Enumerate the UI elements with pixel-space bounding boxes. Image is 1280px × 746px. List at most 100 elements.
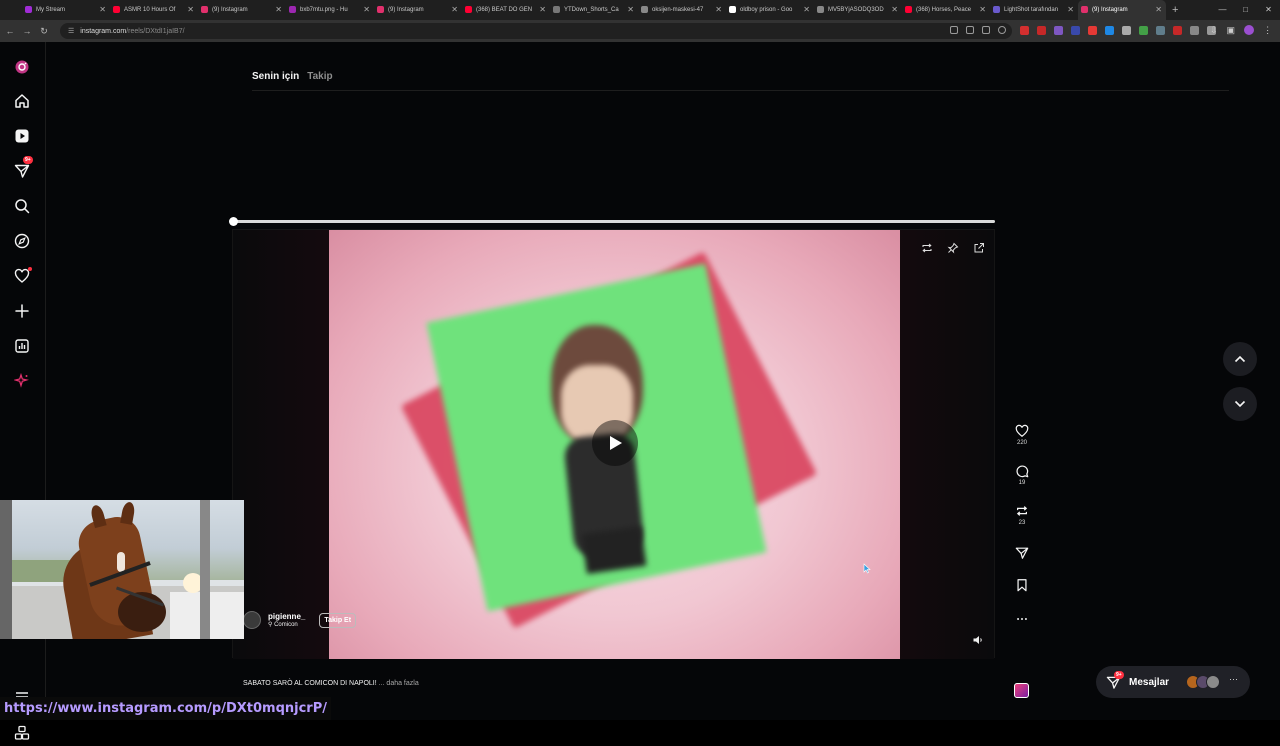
- author-avatar[interactable]: [243, 611, 261, 629]
- open-external-icon[interactable]: [971, 240, 987, 256]
- extension-icon[interactable]: [1020, 26, 1029, 35]
- author-location[interactable]: ⚲ Comicon: [268, 621, 305, 628]
- extension-icon[interactable]: [1156, 26, 1165, 35]
- browser-tab[interactable]: bxb7mtu.png - Hu ✕: [286, 0, 374, 20]
- tab-for-you[interactable]: Senin için: [252, 71, 299, 82]
- instagram-logo-icon[interactable]: [13, 58, 31, 76]
- messages-bar[interactable]: 9+ Mesajlar ···: [1096, 666, 1250, 698]
- repost-icon[interactable]: [1015, 504, 1029, 518]
- tab-close-icon[interactable]: ✕: [99, 5, 106, 14]
- extension-icon[interactable]: [1071, 26, 1080, 35]
- explore-compass-icon[interactable]: [13, 232, 31, 250]
- browser-tab[interactable]: YTDown_Shorts_Ca ✕: [550, 0, 638, 20]
- caption-more-link[interactable]: ... daha fazla: [379, 680, 419, 687]
- extension-icon[interactable]: [1105, 26, 1114, 35]
- video-progress-bar[interactable]: [229, 217, 995, 226]
- tab-close-icon[interactable]: ✕: [275, 5, 282, 14]
- extension-icon[interactable]: [1037, 26, 1046, 35]
- tab-close-icon[interactable]: ✕: [1155, 5, 1162, 14]
- share-action[interactable]: [1012, 546, 1032, 560]
- messages-more[interactable]: ···: [1229, 674, 1238, 684]
- more-apps-icon[interactable]: [14, 725, 30, 741]
- browser-menu-icon[interactable]: ⋮: [1263, 25, 1272, 36]
- previous-reel-button[interactable]: [1223, 342, 1257, 376]
- follow-button[interactable]: Takip Et: [319, 612, 357, 628]
- minimize-button[interactable]: —: [1211, 0, 1234, 20]
- progress-handle[interactable]: [229, 217, 238, 226]
- notifications-heart-icon[interactable]: [13, 267, 32, 285]
- tab-close-icon[interactable]: ✕: [715, 5, 722, 14]
- extension-icon[interactable]: [1054, 26, 1063, 35]
- comment-icon[interactable]: [1015, 464, 1029, 478]
- tab-close-icon[interactable]: ✕: [451, 5, 458, 14]
- share-icon[interactable]: [1015, 546, 1029, 560]
- tab-close-icon[interactable]: ✕: [1067, 5, 1074, 14]
- volume-icon[interactable]: [972, 634, 984, 646]
- address-bar[interactable]: ☰ instagram.com/reels/DXtdI1jaIB7/: [60, 23, 1012, 39]
- like-heart-icon[interactable]: [1015, 424, 1029, 438]
- play-button[interactable]: [592, 420, 638, 466]
- tab-close-icon[interactable]: ✕: [539, 5, 546, 14]
- next-reel-button[interactable]: [1223, 387, 1257, 421]
- more-action[interactable]: [1012, 612, 1032, 626]
- browser-tab[interactable]: (9) Instagram ✕: [374, 0, 462, 20]
- more-options-icon[interactable]: [1015, 612, 1029, 626]
- create-plus-icon[interactable]: [13, 302, 31, 320]
- dashboard-icon[interactable]: [13, 337, 31, 355]
- close-window-button[interactable]: ✕: [1257, 0, 1280, 20]
- author-username[interactable]: pigienne_: [268, 612, 305, 621]
- repost-action[interactable]: 23: [1012, 504, 1032, 526]
- site-info-icon[interactable]: ☰: [68, 27, 74, 35]
- messages-avatars: [1186, 675, 1220, 689]
- browser-tab[interactable]: (368) BEAT DO GEN ✕: [462, 0, 550, 20]
- browser-tab[interactable]: (368) Horses, Peace ✕: [902, 0, 990, 20]
- save-action[interactable]: [1012, 578, 1032, 592]
- tab-close-icon[interactable]: ✕: [803, 5, 810, 14]
- tab-close-icon[interactable]: ✕: [979, 5, 986, 14]
- tab-close-icon[interactable]: ✕: [187, 5, 194, 14]
- browser-tab[interactable]: (9) Instagram ✕: [1078, 0, 1166, 20]
- reload-button[interactable]: ↻: [37, 26, 51, 37]
- browser-tab[interactable]: oksijen-maskesi-47 ✕: [638, 0, 726, 20]
- extension-icon[interactable]: [1190, 26, 1199, 35]
- pin-icon[interactable]: [945, 240, 961, 256]
- browser-tab[interactable]: LightShot tarafından ✕: [990, 0, 1078, 20]
- forward-button[interactable]: →: [20, 26, 34, 36]
- extension-icon[interactable]: [1088, 26, 1097, 35]
- reel-video[interactable]: [329, 230, 900, 659]
- download-icon[interactable]: ⇩: [1210, 25, 1218, 36]
- reels-icon[interactable]: [13, 127, 31, 145]
- tab-close-icon[interactable]: ✕: [891, 5, 898, 14]
- home-icon[interactable]: [13, 92, 31, 110]
- browser-tab[interactable]: ASMR 10 Hours Of ✕: [110, 0, 198, 20]
- bookmark-icon[interactable]: [1015, 578, 1029, 592]
- tab-close-icon[interactable]: ✕: [627, 5, 634, 14]
- translate-icon[interactable]: [950, 26, 958, 34]
- search-icon[interactable]: [13, 197, 31, 215]
- profile-avatar[interactable]: [1244, 25, 1255, 35]
- bookmark-star-icon[interactable]: [998, 26, 1006, 34]
- extension-icon[interactable]: [1139, 26, 1148, 35]
- loop-icon[interactable]: [919, 240, 935, 256]
- messages-icon[interactable]: 9+: [13, 156, 33, 180]
- new-tab-button[interactable]: +: [1172, 4, 1178, 16]
- meta-ai-sparkle-icon[interactable]: [13, 372, 31, 390]
- comment-action[interactable]: 19: [1012, 464, 1032, 486]
- browser-tab[interactable]: oldboy prison - Goo ✕: [726, 0, 814, 20]
- tab-favicon-icon: [905, 6, 912, 13]
- tab-close-icon[interactable]: ✕: [363, 5, 370, 14]
- tab-following[interactable]: Takip: [307, 71, 332, 82]
- browser-tab[interactable]: MV5BYjASODQ3OD ✕: [814, 0, 902, 20]
- cast-icon[interactable]: [966, 26, 974, 34]
- zoom-icon[interactable]: [982, 26, 990, 34]
- extension-icon[interactable]: [1122, 26, 1131, 35]
- like-action[interactable]: 220: [1012, 424, 1032, 446]
- browser-tab[interactable]: My Stream ✕: [22, 0, 110, 20]
- back-button[interactable]: ←: [3, 26, 17, 36]
- like-count: 220: [1016, 440, 1027, 446]
- extension-icon[interactable]: [1173, 26, 1182, 35]
- maximize-button[interactable]: □: [1234, 0, 1257, 20]
- audio-thumbnail[interactable]: [1014, 683, 1029, 698]
- browser-tab[interactable]: (9) Instagram ✕: [198, 0, 286, 20]
- sidebar-toggle-icon[interactable]: ▣: [1227, 25, 1236, 36]
